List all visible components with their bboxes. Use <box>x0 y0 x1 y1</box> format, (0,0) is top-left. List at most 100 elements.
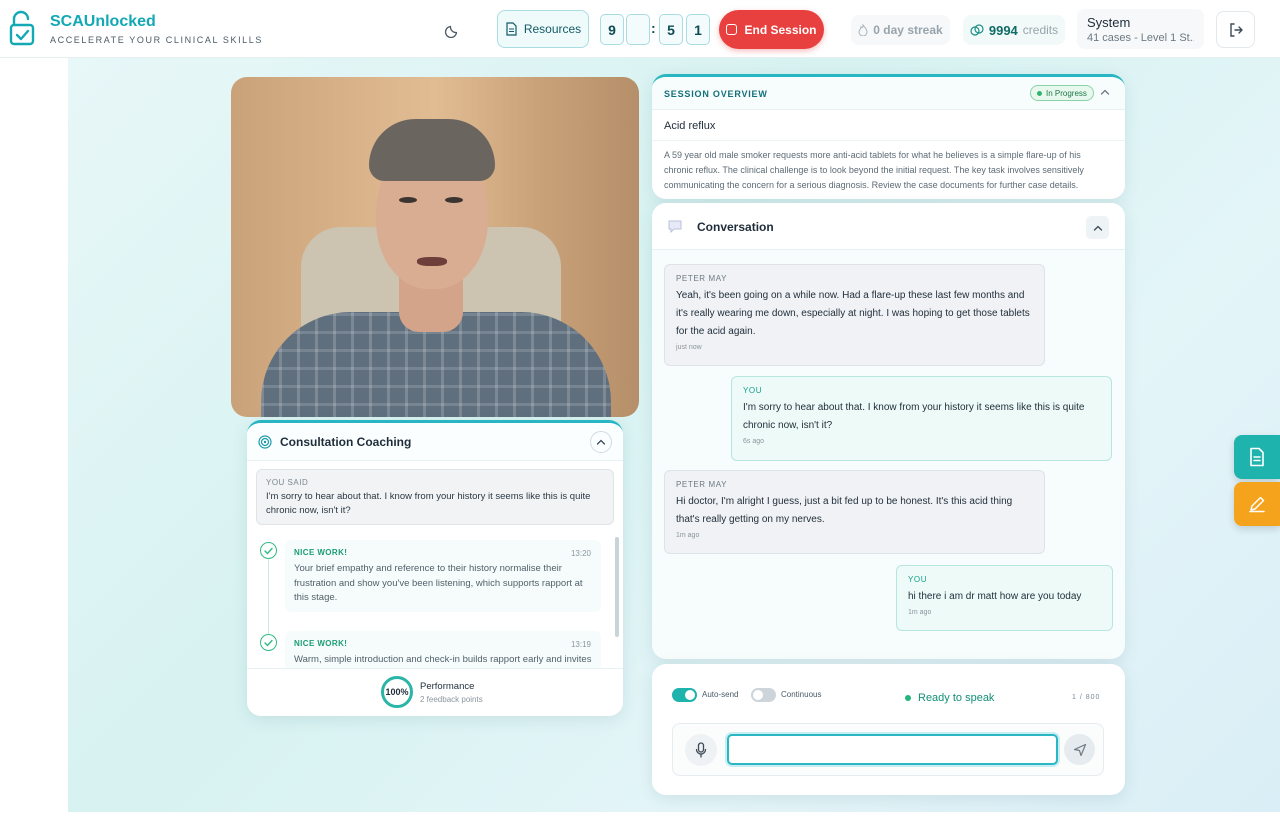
timer-digit-4: 1 <box>686 14 710 45</box>
message-user: YOU I'm sorry to hear about that. I know… <box>731 376 1112 461</box>
message-sender: PETER MAY <box>676 274 728 283</box>
credits-label: credits <box>1022 23 1059 37</box>
feedback-timeline <box>268 553 269 643</box>
ready-dot <box>905 695 911 701</box>
message-time: 1m ago <box>908 609 932 616</box>
notes-button[interactable] <box>1234 482 1280 526</box>
status-text: In Progress <box>1046 88 1087 98</box>
message-sender: YOU <box>908 575 928 584</box>
microphone-button[interactable] <box>685 734 717 766</box>
message-text: Yeah, it's been going on a while now. Ha… <box>676 290 1030 337</box>
feedback-text: Your brief empathy and reference to thei… <box>294 563 583 603</box>
conversation-collapse-button[interactable] <box>1086 216 1109 239</box>
system-name: System <box>1087 15 1131 30</box>
timer-digit-2 <box>626 14 650 45</box>
timer-digit-3: 5 <box>659 14 683 45</box>
streak-text: 0 day streak <box>873 23 943 37</box>
consultation-coaching-panel: Consultation Coaching YOU SAID I'm sorry… <box>247 420 623 716</box>
ready-text: Ready to speak <box>918 692 995 704</box>
feedback-text: Warm, simple introduction and check-in b… <box>294 654 592 665</box>
auto-send-toggle[interactable] <box>672 688 697 702</box>
streak-badge: 0 day streak <box>851 15 950 45</box>
stop-icon <box>726 24 738 35</box>
top-header: SCAUnlocked ACCELERATE YOUR CLINICAL SKI… <box>0 0 1280 58</box>
resources-label: Resources <box>523 22 582 36</box>
continuous-label: Continuous <box>781 690 822 699</box>
unlocked-padlock-icon <box>9 10 35 46</box>
case-documents-button[interactable] <box>1234 435 1280 479</box>
message-sender: PETER MAY <box>676 480 728 489</box>
session-overview-panel: SESSION OVERVIEW In Progress Acid reflux… <box>652 74 1125 199</box>
timer-digit-1: 9 <box>600 14 624 45</box>
feedback-time: 13:20 <box>570 549 591 558</box>
patient-video <box>231 77 639 417</box>
chevron-up-icon <box>596 439 606 445</box>
coaching-header: Consultation Coaching <box>247 423 623 461</box>
system-subtitle: 41 cases - Level 1 St... <box>1087 32 1194 44</box>
coaching-scrollbar[interactable] <box>615 531 620 669</box>
coaching-title: Consultation Coaching <box>280 434 412 449</box>
feedback-time: 13:19 <box>570 640 591 649</box>
message-user: YOU hi there i am dr matt how are you to… <box>896 565 1113 631</box>
pencil-icon <box>1249 496 1265 513</box>
overview-divider <box>652 140 1125 141</box>
performance-bar: 100% Performance 2 feedback points <box>247 668 623 716</box>
toggle-knob <box>685 690 695 700</box>
end-session-button[interactable]: End Session <box>719 10 824 49</box>
performance-ring: 100% <box>381 676 413 708</box>
document-icon <box>1250 447 1264 467</box>
message-time: 6s ago <box>743 438 765 445</box>
message-time: 1m ago <box>676 532 700 539</box>
flame-icon <box>858 24 868 36</box>
send-button[interactable] <box>1064 734 1095 765</box>
resources-button[interactable]: Resources <box>497 10 589 48</box>
you-said-label: YOU SAID <box>266 478 309 487</box>
chevron-up-icon[interactable] <box>1100 88 1110 96</box>
conversation-title: Conversation <box>697 220 774 234</box>
video-hair <box>369 119 495 181</box>
input-row <box>672 723 1104 776</box>
status-badge: In Progress <box>1030 85 1094 101</box>
you-said-box: YOU SAID I'm sorry to hear about that. I… <box>256 469 614 525</box>
performance-subtitle: 2 feedback points <box>420 695 483 704</box>
message-text: Hi doctor, I'm alright I guess, just a b… <box>676 496 1013 525</box>
feedback-label: NICE WORK! <box>294 548 348 557</box>
message-input[interactable] <box>727 734 1058 765</box>
overview-header[interactable]: SESSION OVERVIEW In Progress <box>652 77 1125 110</box>
credits-badge: 9994 credits <box>963 15 1065 45</box>
message-patient: PETER MAY Hi doctor, I'm alright I guess… <box>664 470 1045 554</box>
chevron-up-icon <box>1093 225 1102 231</box>
coins-icon <box>970 24 984 36</box>
brand-title: SCAUnlocked <box>50 13 156 30</box>
feedback-item: NICE WORK! 13:20 Your brief empathy and … <box>285 540 601 612</box>
ready-status: Ready to speak <box>905 692 994 704</box>
feedback-item: NICE WORK! 13:19 Warm, simple introducti… <box>285 631 601 671</box>
coaching-collapse-button[interactable] <box>590 430 612 453</box>
send-icon <box>1073 743 1086 756</box>
logout-button[interactable] <box>1216 11 1255 48</box>
auto-send-label: Auto-send <box>702 690 739 699</box>
toggle-knob <box>753 690 763 700</box>
conversation-panel: Conversation PETER MAY Yeah, it's been g… <box>652 203 1125 659</box>
video-eye <box>445 197 463 203</box>
system-selector[interactable]: System 41 cases - Level 1 St... <box>1077 9 1204 49</box>
video-mouth <box>417 257 447 266</box>
microphone-icon <box>695 742 707 758</box>
message-text: hi there i am dr matt how are you today <box>908 591 1082 602</box>
conversation-header: Conversation <box>652 203 1125 250</box>
continuous-toggle[interactable] <box>751 688 776 702</box>
theme-toggle-button[interactable] <box>436 13 470 47</box>
target-icon <box>258 434 272 449</box>
check-circle-icon <box>260 634 277 651</box>
message-input-panel: Auto-send Continuous Ready to speak 1 / … <box>652 664 1125 795</box>
document-icon <box>506 22 517 36</box>
chat-bubble-icon <box>668 220 682 233</box>
performance-label: Performance <box>420 681 475 692</box>
check-circle-icon <box>260 542 277 559</box>
message-text: I'm sorry to hear about that. I know fro… <box>743 402 1085 431</box>
feedback-label: NICE WORK! <box>294 639 348 648</box>
logout-icon <box>1229 22 1243 37</box>
scrollbar-thumb[interactable] <box>615 537 619 637</box>
moon-icon <box>445 25 458 38</box>
message-patient: PETER MAY Yeah, it's been going on a whi… <box>664 264 1045 366</box>
